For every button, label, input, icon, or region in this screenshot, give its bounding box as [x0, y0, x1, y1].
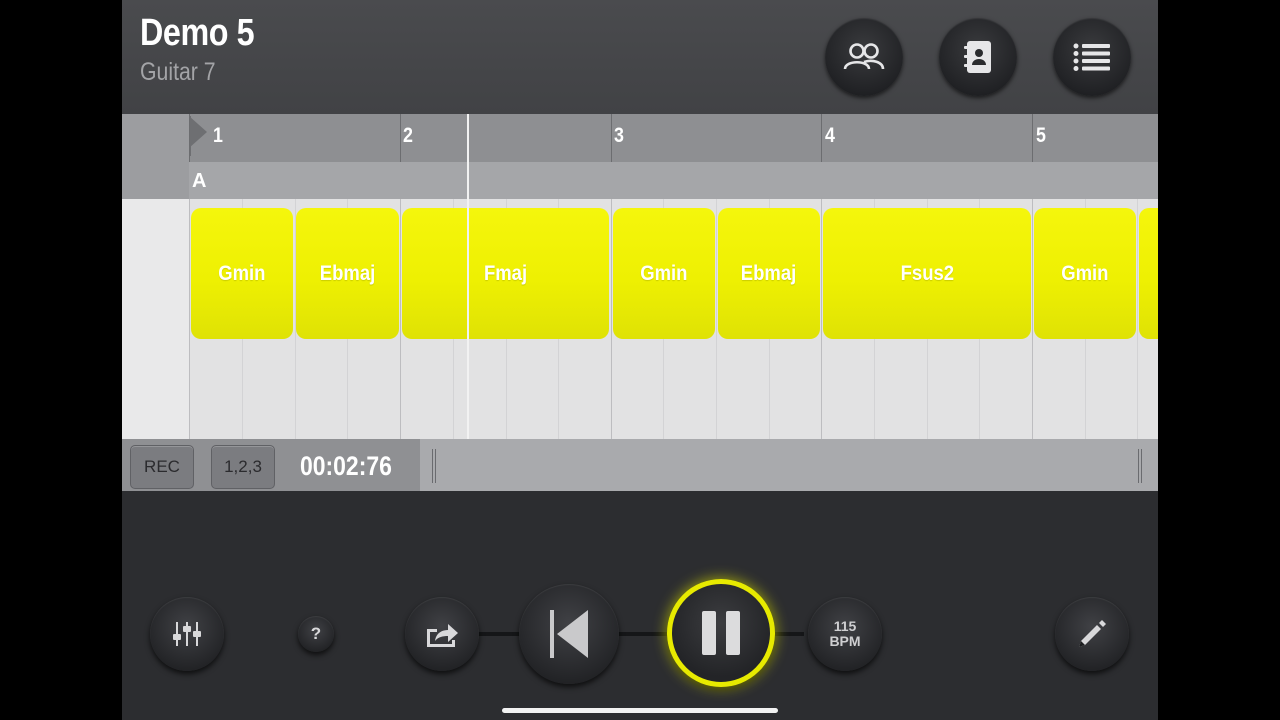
chord-lane[interactable]: Gmin Ebmaj Fmaj Gmin Ebmaj Fsus2 Gmin — [122, 199, 1158, 439]
chord-block[interactable]: Fmaj — [402, 208, 609, 339]
pencil-icon — [1079, 620, 1106, 647]
chord-label: Ebmaj — [319, 261, 376, 285]
section-label: A — [192, 170, 207, 192]
help-button[interactable]: ? — [298, 616, 334, 652]
chord-label: Gmin — [218, 261, 266, 285]
header: Demo 5 Guitar 7 — [122, 0, 1158, 114]
gridline — [1137, 199, 1138, 439]
playhead[interactable] — [467, 114, 469, 439]
chord-label: Gmin — [1061, 261, 1109, 285]
bar-number: 1 — [213, 124, 223, 147]
gridline — [189, 199, 190, 439]
bar-number: 2 — [403, 124, 413, 147]
chord-block[interactable]: Gmin — [191, 208, 293, 339]
lane-header — [122, 199, 190, 439]
chord-block[interactable] — [1139, 208, 1158, 339]
tempo-value: 115 — [833, 618, 857, 634]
bar-number: 3 — [614, 124, 624, 147]
gridline — [716, 199, 717, 439]
ruler-corner — [122, 114, 189, 199]
song-title[interactable]: Demo 5 — [140, 12, 255, 55]
home-indicator[interactable] — [502, 708, 778, 713]
gridline — [1032, 199, 1033, 439]
chord-label: Fsus2 — [900, 261, 954, 285]
rec-button[interactable]: REC — [130, 445, 194, 489]
time-display: 00:02:76 — [300, 451, 392, 481]
bar-ruler[interactable]: 1 2 3 4 5 — [122, 114, 1158, 162]
edit-button[interactable] — [1055, 597, 1129, 671]
scroll-handle-left[interactable] — [432, 449, 438, 483]
chord-label: Fmaj — [483, 261, 528, 285]
list-menu-icon — [1073, 43, 1110, 71]
chord-block[interactable]: Ebmaj — [718, 208, 820, 339]
loop-start-marker-icon[interactable] — [189, 116, 209, 156]
mixer-button[interactable] — [150, 597, 224, 671]
transport-strip: REC 1,2,3 00:02:76 — [122, 439, 1158, 491]
timeline-scrollbar[interactable] — [432, 449, 1148, 483]
chord-label: Gmin — [640, 261, 688, 285]
app-window: Demo 5 Guitar 7 1 2 3 4 5 A Gmin Ebmaj F… — [122, 0, 1158, 720]
chord-block[interactable]: Gmin — [1034, 208, 1136, 339]
rewind-to-start-button[interactable] — [519, 584, 619, 684]
contacts-book-icon — [964, 41, 991, 73]
control-panel: ? 115 BPM — [122, 491, 1158, 720]
chord-block[interactable]: Gmin — [613, 208, 715, 339]
chord-block[interactable]: Ebmaj — [296, 208, 399, 339]
tempo-button[interactable]: 115 BPM — [808, 597, 882, 671]
count-in-button[interactable]: 1,2,3 — [211, 445, 275, 489]
share-button[interactable] — [405, 597, 479, 671]
contacts-button[interactable] — [939, 18, 1017, 96]
pause-icon — [702, 611, 740, 655]
bar-number: 5 — [1036, 124, 1046, 147]
share-export-icon — [427, 624, 458, 647]
gridline — [611, 199, 612, 439]
chord-block[interactable]: Fsus2 — [823, 208, 1031, 339]
bar-number: 4 — [825, 124, 835, 147]
gridline — [821, 199, 822, 439]
play-pause-button[interactable] — [667, 579, 775, 687]
scroll-handle-right[interactable] — [1138, 449, 1144, 483]
tempo-unit: BPM — [829, 633, 861, 649]
list-menu-button[interactable] — [1053, 18, 1131, 96]
collaborators-button[interactable] — [825, 18, 903, 96]
skip-to-start-icon — [550, 610, 588, 658]
gridline — [400, 199, 401, 439]
track-name[interactable]: Guitar 7 — [140, 58, 216, 87]
section-row[interactable]: A — [189, 162, 1158, 199]
mixer-sliders-icon — [173, 622, 201, 646]
collaborators-icon — [843, 43, 885, 70]
chord-label: Ebmaj — [741, 261, 797, 285]
